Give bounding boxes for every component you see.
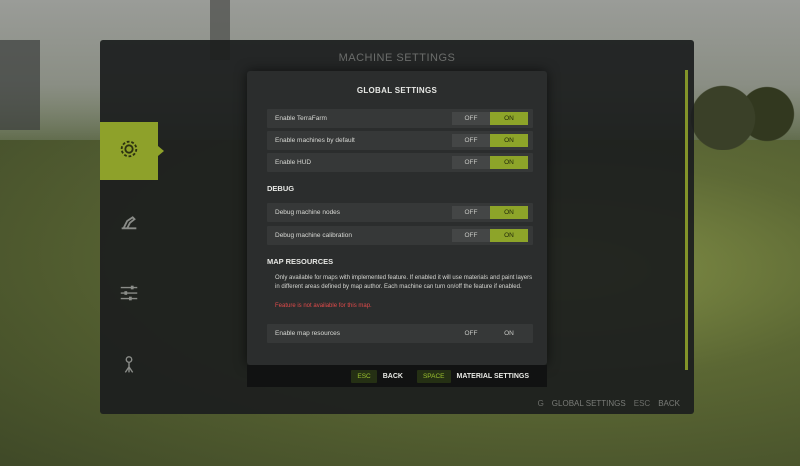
material-settings-button[interactable]: MATERIAL SETTINGS: [457, 373, 529, 380]
map-resources-warning: Feature is not available for this map.: [275, 303, 372, 309]
toggle-off-option[interactable]: OFF: [452, 229, 490, 242]
setting-label: Enable HUD: [275, 159, 312, 166]
panel-back-button[interactable]: BACK: [658, 399, 680, 408]
setting-row-map-resources: Enable map resources OFF ON: [267, 324, 533, 343]
toggle-on-option[interactable]: ON: [490, 206, 528, 219]
toggle-off-option[interactable]: OFF: [452, 156, 490, 169]
setting-label: Enable TerraFarm: [275, 115, 327, 122]
toggle-off-option[interactable]: OFF: [452, 112, 490, 125]
background-trees: [690, 70, 800, 150]
tab-general[interactable]: [100, 122, 164, 180]
global-settings-key: G: [537, 399, 544, 408]
toggle-enable-hud[interactable]: OFF ON: [452, 156, 528, 169]
tab-machine[interactable]: [100, 194, 158, 252]
surveyor-icon: [118, 354, 140, 381]
panel-esc-key: ESC: [633, 399, 651, 408]
toggle-enable-machines[interactable]: OFF ON: [452, 134, 528, 147]
setting-label: Enable map resources: [275, 330, 341, 337]
toggle-on-option[interactable]: ON: [490, 156, 528, 169]
toggle-off-option[interactable]: OFF: [452, 327, 490, 340]
toggle-off-option[interactable]: OFF: [452, 206, 490, 219]
machine-settings-title: MACHINE SETTINGS: [338, 52, 456, 64]
panel-footer: G GLOBAL SETTINGS ESC BACK: [538, 399, 680, 408]
toggle-on-option[interactable]: ON: [490, 134, 528, 147]
toggle-on-option[interactable]: ON: [490, 112, 528, 125]
back-button[interactable]: BACK: [383, 373, 403, 380]
map-resources-heading: MAP RESOURCES: [267, 257, 334, 266]
setting-row-enable-terrafarm: Enable TerraFarm OFF ON: [267, 109, 533, 128]
global-settings-button[interactable]: GLOBAL SETTINGS: [552, 399, 626, 408]
dialog-title: GLOBAL SETTINGS: [356, 86, 438, 95]
esc-key: ESC: [351, 369, 377, 383]
space-key: SPACE: [416, 369, 451, 383]
debug-heading: DEBUG: [267, 184, 295, 193]
tab-survey[interactable]: [100, 338, 158, 396]
setting-row-enable-hud: Enable HUD OFF ON: [267, 153, 533, 172]
toggle-on-option[interactable]: ON: [490, 327, 528, 340]
tab-sliders[interactable]: [100, 266, 158, 324]
setting-label: Enable machines by default: [275, 137, 355, 144]
background-silo: [0, 40, 40, 130]
global-settings-dialog: GLOBAL SETTINGS Enable TerraFarm OFF ON …: [247, 71, 547, 365]
setting-label: Debug machine nodes: [275, 209, 341, 216]
toggle-debug-nodes[interactable]: OFF ON: [452, 206, 528, 219]
scrollbar[interactable]: [685, 70, 688, 370]
setting-row-debug-nodes: Debug machine nodes OFF ON: [267, 203, 533, 222]
setting-label: Debug machine calibration: [275, 232, 352, 239]
toggle-off-option[interactable]: OFF: [452, 134, 490, 147]
dialog-footer: ESC BACK SPACE MATERIAL SETTINGS: [247, 365, 547, 387]
toggle-enable-terrafarm[interactable]: OFF ON: [452, 112, 528, 125]
toggle-map-resources[interactable]: OFF ON: [452, 327, 528, 340]
toggle-debug-calibration[interactable]: OFF ON: [452, 229, 528, 242]
map-resources-description: Only available for maps with implemented…: [275, 275, 533, 290]
setting-row-enable-machines: Enable machines by default OFF ON: [267, 131, 533, 150]
sliders-icon: [118, 282, 140, 309]
gear-icon: [118, 138, 140, 165]
setting-row-debug-calibration: Debug machine calibration OFF ON: [267, 226, 533, 245]
toggle-on-option[interactable]: ON: [490, 229, 528, 242]
tab-rail: [100, 122, 164, 410]
machine-arm-icon: [118, 210, 140, 237]
